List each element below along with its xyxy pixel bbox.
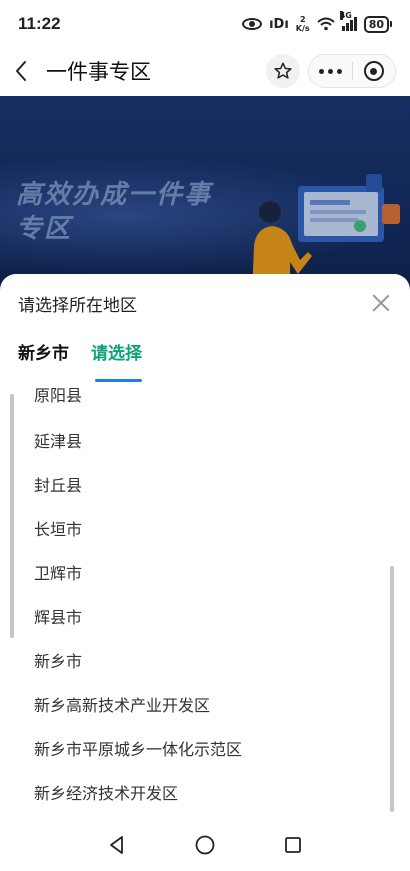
sheet-title: 请选择所在地区 (18, 295, 137, 316)
battery-level: 80 (363, 15, 389, 33)
network-speed: 2 K/s (296, 15, 310, 33)
more-button[interactable] (309, 68, 352, 74)
network-speed-value: 2 (299, 15, 306, 24)
tab-select-label: 请选择 (91, 344, 142, 364)
region-picker-sheet: 请选择所在地区 新乡市 请选择 原阳县 延津县 封丘县 长垣市 卫辉市 辉县市 … (0, 274, 410, 871)
signal-icon: 4G (339, 11, 357, 31)
scrollbar-right[interactable] (390, 566, 394, 812)
system-nav-bar (0, 818, 410, 871)
battery-icon: 80 (363, 15, 392, 33)
tab-select[interactable]: 请选择 (91, 340, 142, 382)
list-item[interactable]: 延津县 (34, 430, 82, 454)
list-item[interactable]: 长垣市 (34, 518, 82, 542)
network-type: 4G (339, 11, 352, 20)
modal-backdrop[interactable] (0, 96, 410, 296)
miniprogram-capsule (308, 54, 396, 88)
tab-city[interactable]: 新乡市 (18, 340, 69, 382)
network-speed-unit: K/s (295, 24, 310, 33)
nav-bar: 一件事专区 (0, 48, 410, 94)
status-time: 11:22 (18, 14, 61, 33)
wifi-icon (317, 17, 335, 31)
sheet-header: 请选择所在地区 (18, 290, 392, 316)
status-bar: 11:22 ıDı 2 K/s 4G 80 (0, 0, 410, 48)
chevron-left-icon (16, 61, 26, 81)
list-item[interactable]: 原阳县 (34, 388, 82, 408)
status-icons: ıDı 2 K/s 4G 80 (242, 11, 392, 33)
system-back-button[interactable] (106, 834, 128, 856)
system-recents-button[interactable] (282, 834, 304, 856)
tab-indicator (95, 379, 142, 382)
list-item[interactable]: 辉县市 (34, 606, 82, 630)
exit-button[interactable] (353, 61, 396, 81)
close-icon[interactable] (370, 292, 392, 314)
list-item[interactable]: 新乡市 (34, 650, 82, 674)
eye-comfort-icon (242, 18, 263, 30)
back-button[interactable] (14, 60, 36, 82)
scrollbar-left[interactable] (10, 394, 14, 638)
circle-home-icon (195, 835, 215, 854)
triangle-back-icon (110, 835, 123, 854)
target-icon (363, 61, 384, 81)
system-home-button[interactable] (194, 834, 216, 856)
page-title: 一件事专区 (46, 60, 151, 84)
vibrate-icon: ıDı (269, 16, 289, 32)
star-icon (274, 62, 292, 79)
list-item[interactable]: 新乡高新技术产业开发区 (34, 694, 210, 718)
region-list[interactable]: 原阳县 延津县 封丘县 长垣市 卫辉市 辉县市 新乡市 新乡高新技术产业开发区 … (0, 388, 410, 812)
more-dots-icon (318, 68, 324, 74)
list-item[interactable]: 卫辉市 (34, 562, 82, 586)
list-item[interactable]: 新乡经济技术开发区 (34, 782, 178, 806)
square-recents-icon (285, 836, 301, 853)
list-item[interactable]: 新乡市平原城乡一体化示范区 (34, 738, 242, 762)
list-item[interactable]: 封丘县 (34, 474, 82, 498)
favorite-button[interactable] (266, 54, 300, 88)
region-tabs: 新乡市 请选择 (18, 340, 142, 382)
